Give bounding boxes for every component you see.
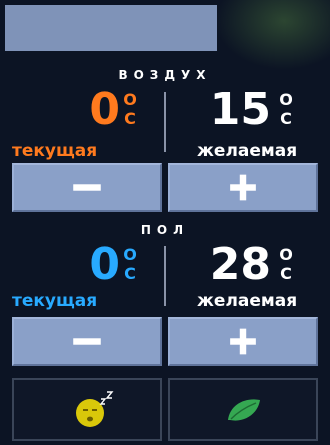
air-target-value: 15 bbox=[209, 84, 271, 135]
air-increase-button[interactable] bbox=[168, 163, 318, 212]
floor-current-label: текущая bbox=[12, 291, 98, 311]
plus-icon bbox=[170, 319, 316, 364]
floor-target-unit-degree: O bbox=[279, 245, 293, 264]
leaf-icon bbox=[170, 380, 316, 439]
minus-icon bbox=[14, 319, 160, 364]
floor-target-value: 28 bbox=[209, 239, 271, 290]
floor-section-title: ПОЛ bbox=[140, 223, 190, 237]
minus-icon bbox=[14, 165, 160, 210]
floor-target-label: желаемая bbox=[197, 291, 298, 311]
air-section-title: ВОЗДУХ bbox=[118, 68, 212, 82]
status-bar bbox=[5, 5, 217, 51]
screen-glare bbox=[215, 0, 330, 70]
air-decrease-button[interactable] bbox=[12, 163, 162, 212]
floor-decrease-button[interactable] bbox=[12, 317, 162, 366]
floor-current-value: 0 bbox=[89, 239, 120, 290]
air-target-label: желаемая bbox=[197, 141, 298, 161]
air-target-unit-celsius: C bbox=[280, 109, 292, 128]
sleep-face-icon bbox=[14, 380, 160, 439]
floor-increase-button[interactable] bbox=[168, 317, 318, 366]
eco-mode-button[interactable] bbox=[168, 378, 318, 441]
plus-icon bbox=[170, 165, 316, 210]
floor-target-unit-celsius: C bbox=[280, 264, 292, 283]
air-current-label: текущая bbox=[12, 141, 98, 161]
air-target-unit-degree: O bbox=[279, 90, 293, 109]
sleep-mode-button[interactable] bbox=[12, 378, 162, 441]
air-current-value: 0 bbox=[89, 84, 120, 135]
